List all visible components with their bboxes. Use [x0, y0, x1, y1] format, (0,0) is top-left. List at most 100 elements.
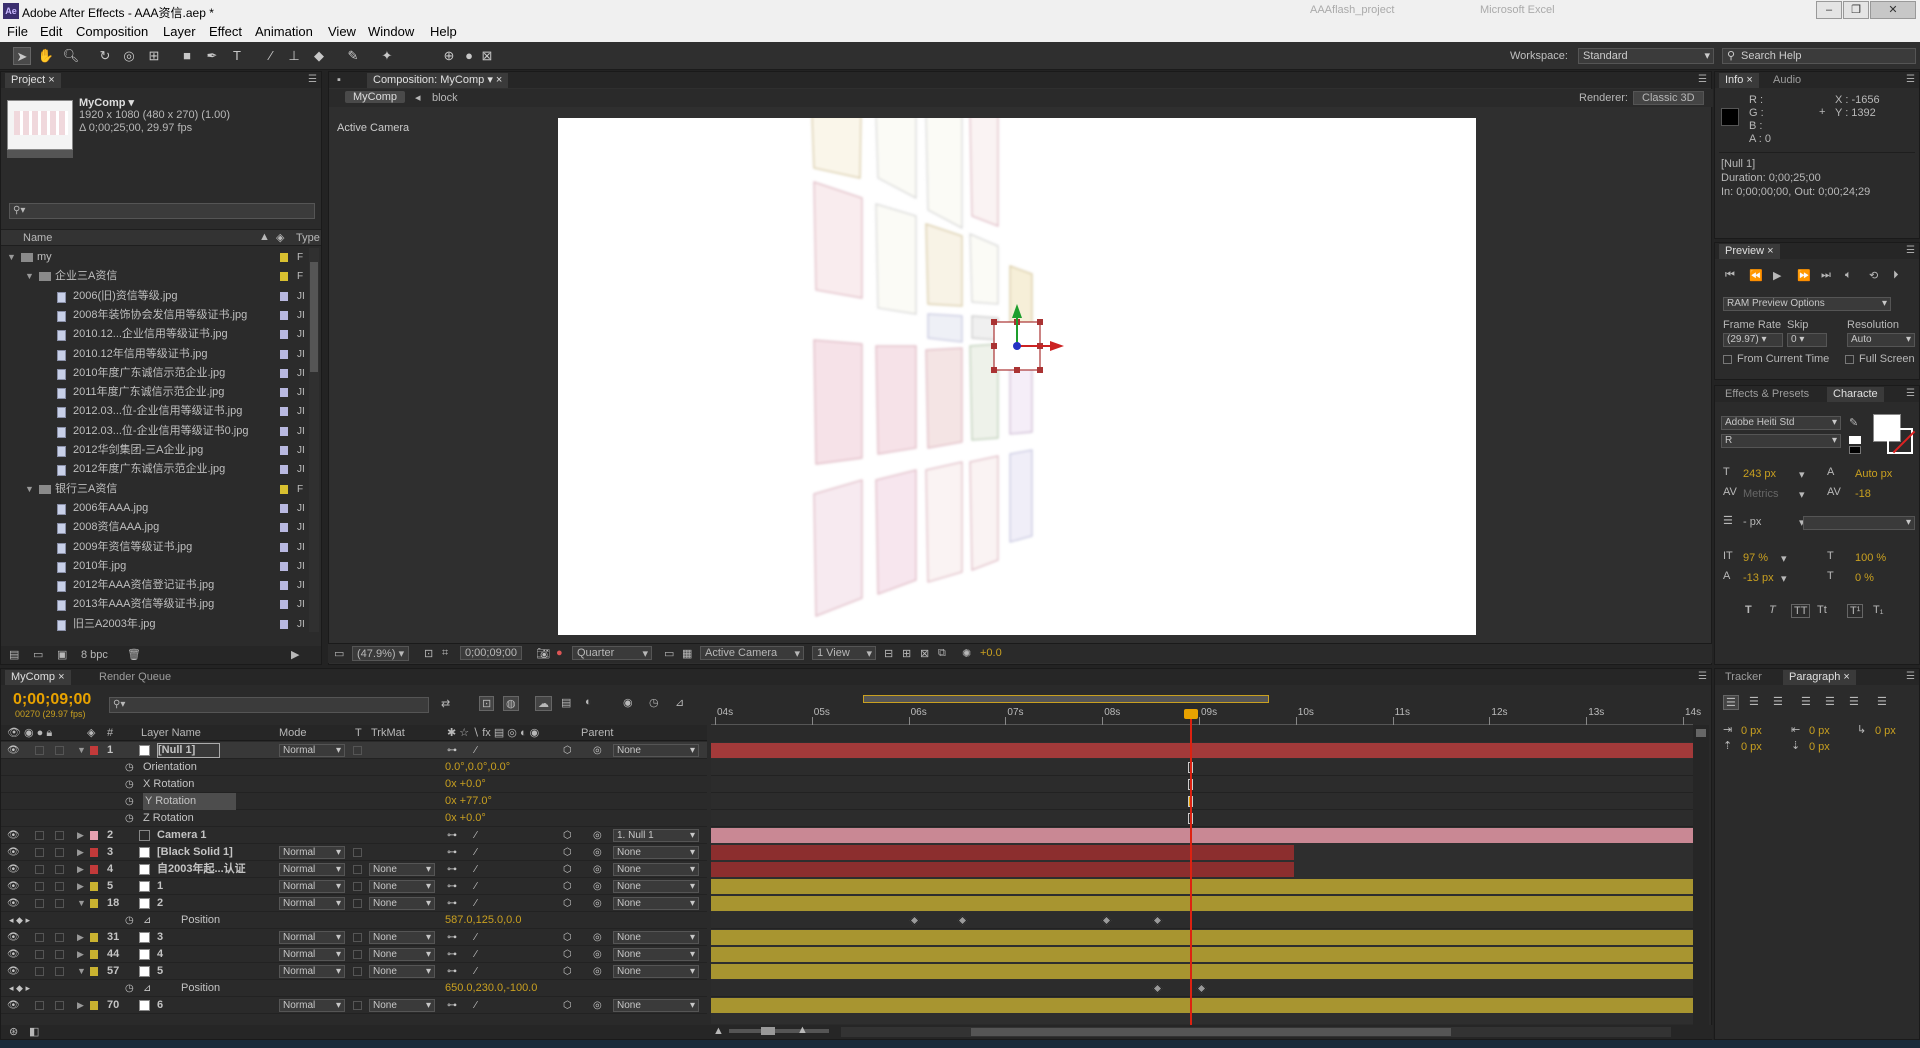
panel-menu-icon[interactable]: ☰ — [1698, 74, 1707, 85]
parent-dropdown[interactable]: None ▾ — [613, 948, 699, 961]
shy-switch-icon[interactable]: ⊶ — [447, 997, 457, 1014]
layer-row[interactable]: 👁︎ ▼ 57 5 Normal ▾ None ▾ ⊶ ∕ ⬡ ◎ None ▾ — [1, 963, 707, 980]
roto-brush-tool-icon[interactable]: ✎ — [344, 47, 362, 65]
font-style-dropdown[interactable]: R ▾ — [1721, 434, 1841, 448]
layer-duration-bar[interactable] — [711, 947, 1693, 962]
project-item[interactable]: 2012年度广东诚信示范企业.jpg JI — [1, 460, 319, 479]
project-item[interactable]: 2009年资信等级证书.jpg JI — [1, 538, 319, 557]
parent-dropdown[interactable]: None ▾ — [613, 880, 699, 893]
visibility-eye-icon[interactable]: 👁︎ — [7, 742, 20, 759]
tab-composition[interactable]: Composition: MyComp ▾ × — [367, 73, 509, 88]
comp-name[interactable]: MyComp ▾ — [79, 96, 134, 109]
stroke-width-value[interactable]: - px — [1743, 516, 1761, 528]
layer-row[interactable]: 👁︎ ▶ 44 4 Normal ▾ None ▾ ⊶ ∕ ⬡ ◎ None ▾ — [1, 946, 707, 963]
stopwatch-icon[interactable]: ◷ — [125, 793, 134, 810]
property-value[interactable]: 650.0,230.0,-100.0 — [445, 980, 537, 997]
layer-name[interactable]: 4 — [157, 946, 163, 963]
layer-label-color[interactable] — [90, 899, 98, 908]
rectangle-tool-icon[interactable]: ■ — [178, 47, 196, 65]
twirl-arrow-icon[interactable]: ▶ — [77, 827, 84, 844]
3d-layer-switch-icon[interactable]: ⬡ — [563, 946, 572, 963]
shy-switch-icon[interactable]: ⊶ — [447, 929, 457, 946]
project-item[interactable]: 2012.03...位-企业信用等级证书.jpg JI — [1, 402, 319, 421]
column-mode[interactable]: Mode — [279, 727, 307, 739]
label-color-swatch[interactable] — [280, 581, 288, 591]
tab-character[interactable]: Characte — [1827, 387, 1884, 402]
expand-arrow-icon[interactable]: ▼ — [25, 267, 34, 286]
layer-duration-bar[interactable] — [711, 998, 1693, 1013]
trkmat-dropdown[interactable]: None ▾ — [369, 880, 435, 893]
label-color-swatch[interactable] — [280, 561, 288, 571]
view-layout-dropdown[interactable]: 1 View ▾ — [812, 646, 876, 660]
project-item[interactable]: 2008资信AAA.jpg JI — [1, 518, 319, 537]
label-color-swatch[interactable] — [280, 388, 288, 398]
justify-last-left-icon[interactable]: ☰ — [1801, 695, 1811, 708]
blend-mode-dropdown[interactable]: Normal ▾ — [279, 948, 345, 961]
label-color-swatch[interactable] — [280, 407, 288, 417]
layer-name[interactable]: 3 — [157, 929, 163, 946]
quality-switch-icon[interactable]: ∕ — [475, 895, 477, 912]
layer-name[interactable]: Camera 1 — [157, 827, 207, 844]
bpc-label[interactable]: 8 bpc — [81, 649, 108, 661]
first-line-indent-value[interactable]: 0 px — [1875, 725, 1896, 737]
puppet-pin-tool-icon[interactable]: ✦ — [378, 47, 396, 65]
label-color-swatch[interactable] — [280, 619, 288, 629]
small-caps-icon[interactable]: Tt — [1817, 604, 1827, 616]
composition-mini-flowchart-icon[interactable]: ⇄ — [441, 697, 450, 710]
project-scrollbar[interactable] — [309, 248, 319, 632]
project-item[interactable]: 2011年度广东诚信示范企业.jpg JI — [1, 383, 319, 402]
project-item[interactable]: 2006(旧)资信等级.jpg JI — [1, 287, 319, 306]
layer-duration-bar[interactable] — [711, 879, 1693, 894]
trkmat-dropdown[interactable]: None ▾ — [369, 931, 435, 944]
blend-mode-dropdown[interactable]: Normal ▾ — [279, 880, 345, 893]
layer-label-color[interactable] — [90, 967, 98, 976]
label-color-swatch[interactable] — [280, 368, 288, 378]
project-item[interactable]: 2008年装饰协会发信用等级证书.jpg JI — [1, 306, 319, 325]
trkmat-dropdown[interactable]: None ▾ — [369, 965, 435, 978]
blend-mode-dropdown[interactable]: Normal ▾ — [279, 744, 345, 757]
preserve-transparency-checkbox[interactable] — [353, 933, 362, 942]
zoom-out-icon[interactable]: ▲ — [713, 1025, 724, 1037]
ram-preview-icon[interactable]: ⏵ — [1893, 269, 1899, 282]
white-swatch[interactable] — [1849, 436, 1861, 444]
solo-checkbox[interactable] — [35, 882, 44, 891]
shy-switch-icon[interactable]: ⊶ — [447, 895, 457, 912]
parent-dropdown[interactable]: None ▾ — [613, 744, 699, 757]
layer-duration-bar[interactable] — [711, 930, 1693, 945]
from-current-time-checkbox[interactable] — [1723, 355, 1732, 364]
timeline-vscroll[interactable] — [1693, 725, 1709, 1025]
visibility-eye-icon[interactable]: 👁︎ — [7, 844, 20, 861]
quality-switch-icon[interactable]: ∕ — [475, 878, 477, 895]
tab-render-queue[interactable]: Render Queue — [93, 670, 177, 685]
toggle-modes-icon[interactable]: ◧ — [29, 1025, 39, 1038]
shy-switch-icon[interactable]: ⊶ — [447, 946, 457, 963]
layer-row[interactable]: 👁︎ ▶ 31 3 Normal ▾ None ▾ ⊶ ∕ ⬡ ◎ None ▾ — [1, 929, 707, 946]
layer-label-color[interactable] — [90, 882, 98, 891]
twirl-arrow-icon[interactable]: ▶ — [77, 946, 84, 963]
brush-tool-icon[interactable]: ∕ — [262, 47, 280, 65]
layer-row[interactable]: 👁︎ ▶ 3 [Black Solid 1] Normal ▾ ⊶ ∕ ⬡ ◎ None ▾ — [1, 844, 707, 861]
kerning-value[interactable]: Metrics — [1743, 488, 1778, 500]
local-axis-mode-icon[interactable]: ⊕ — [440, 47, 458, 65]
trkmat-dropdown[interactable]: None ▾ — [369, 999, 435, 1012]
layer-row[interactable]: 👁︎ ▶ 5 1 Normal ▾ None ▾ ⊶ ∕ ⬡ ◎ None ▾ — [1, 878, 707, 895]
full-screen-checkbox[interactable] — [1845, 355, 1854, 364]
property-value[interactable]: 0x +0.0° — [445, 810, 486, 827]
lock-checkbox[interactable] — [55, 933, 64, 942]
menu-view[interactable]: View — [328, 24, 356, 39]
tab-timeline-mycomp[interactable]: MyComp × — [5, 670, 71, 685]
property-row[interactable]: ◷ ◂ ◆ ▸ ⊿ Position 650.0,230.0,-100.0 — [1, 980, 707, 997]
layer-row[interactable]: 👁︎ ▼ 18 2 Normal ▾ None ▾ ⊶ ∕ ⬡ ◎ None ▾ — [1, 895, 707, 912]
solo-checkbox[interactable] — [35, 746, 44, 755]
new-comp-icon[interactable]: ▣ — [57, 648, 67, 661]
timeline-icon[interactable]: ⊠ — [920, 647, 929, 660]
3d-layer-switch-icon[interactable]: ⬡ — [563, 895, 572, 912]
work-area-bar[interactable] — [863, 695, 1269, 703]
reset-exposure-icon[interactable]: ✺ — [962, 647, 971, 660]
3d-layer-switch-icon[interactable]: ⬡ — [563, 827, 572, 844]
layer-label-color[interactable] — [90, 933, 98, 942]
layer-name[interactable]: 6 — [157, 997, 163, 1014]
property-row[interactable]: ◷ Orientation 0.0°,0.0°,0.0° — [1, 759, 707, 776]
3d-layer-switch-icon[interactable]: ⬡ — [563, 878, 572, 895]
quality-switch-icon[interactable]: ∕ — [475, 963, 477, 980]
